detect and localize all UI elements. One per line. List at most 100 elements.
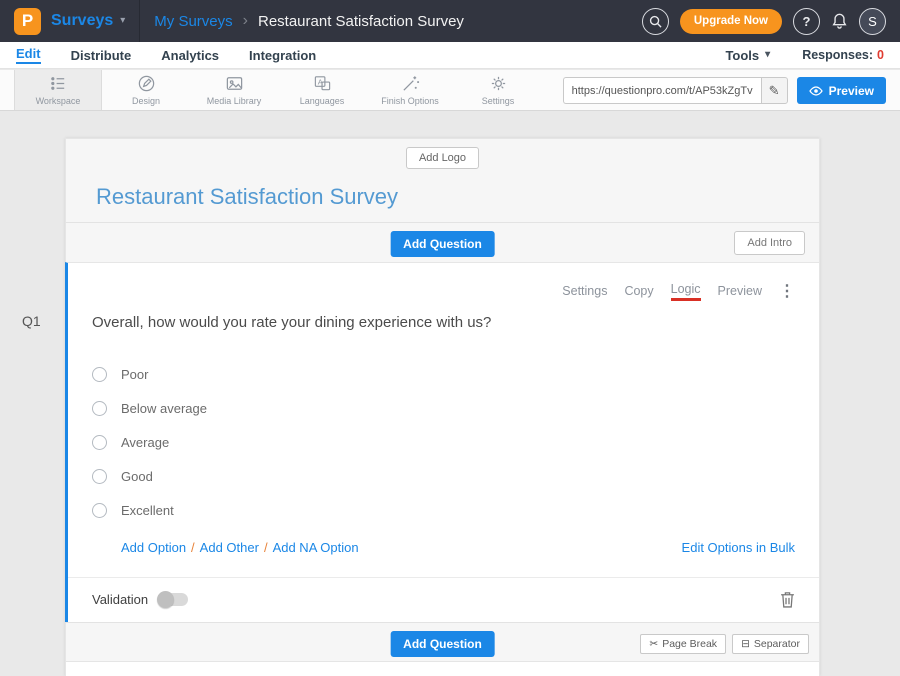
add-option-link[interactable]: Add Option: [121, 540, 186, 555]
option-poor[interactable]: Poor: [92, 367, 795, 382]
add-question-button-bottom[interactable]: Add Question: [390, 631, 495, 657]
survey-header-section: Add Logo Restaurant Satisfaction Survey: [65, 138, 820, 222]
toggle-knob: [157, 591, 174, 608]
toolbar-finish-options[interactable]: Finish Options: [366, 70, 454, 110]
radio-icon[interactable]: [92, 401, 107, 416]
toolbar-settings-label: Settings: [482, 96, 515, 106]
gear-icon: [489, 74, 508, 93]
languages-icon: A: [313, 74, 332, 93]
toolbar-languages-label: Languages: [300, 96, 345, 106]
slash-separator: /: [191, 540, 195, 555]
page-break-button[interactable]: ✂ Page Break: [640, 634, 726, 654]
answer-options: Poor Below average Average Good Excellen…: [92, 367, 795, 518]
tab-analytics[interactable]: Analytics: [161, 48, 219, 63]
toolbar-workspace[interactable]: Workspace: [14, 70, 102, 110]
top-header: P Surveys ▾ My Surveys › Restaurant Sati…: [0, 0, 900, 42]
trash-icon: [780, 591, 795, 608]
toolbar-media-library[interactable]: Media Library: [190, 70, 278, 110]
help-button[interactable]: ?: [793, 8, 820, 35]
option-label: Average: [121, 435, 169, 450]
option-label: Good: [121, 469, 153, 484]
radio-icon[interactable]: [92, 367, 107, 382]
option-below-average[interactable]: Below average: [92, 401, 795, 416]
surveys-product-label: Surveys: [51, 12, 113, 30]
option-excellent[interactable]: Excellent: [92, 503, 795, 518]
radio-icon[interactable]: [92, 469, 107, 484]
breadcrumb-current-survey: Restaurant Satisfaction Survey: [258, 13, 464, 30]
add-question-row-bottom: Add Question ✂ Page Break ⊟ Separator: [65, 622, 820, 662]
add-intro-button[interactable]: Add Intro: [734, 231, 805, 255]
option-label: Excellent: [121, 503, 174, 518]
tools-label: Tools: [725, 48, 759, 63]
validation-row: Validation: [68, 577, 819, 622]
delete-question-button[interactable]: [780, 591, 795, 608]
design-icon: [137, 74, 156, 93]
separator-label: Separator: [754, 638, 800, 650]
tab-integration[interactable]: Integration: [249, 48, 316, 63]
questionpro-logo[interactable]: P: [14, 8, 41, 35]
survey-url-group: ✎ Preview: [563, 77, 886, 104]
footer-buttons: ✂ Page Break ⊟ Separator: [640, 634, 809, 654]
eye-icon: [809, 86, 823, 96]
bell-icon: [831, 12, 848, 30]
search-icon: [649, 15, 662, 28]
radio-icon[interactable]: [92, 435, 107, 450]
preview-label: Preview: [829, 84, 874, 98]
separator-button[interactable]: ⊟ Separator: [732, 634, 809, 654]
questionpro-survey-editor: P Surveys ▾ My Surveys › Restaurant Sati…: [0, 0, 900, 676]
question-preview-link[interactable]: Preview: [718, 284, 762, 298]
page-break-icon: ✂: [649, 638, 658, 650]
responses-counter[interactable]: Responses: 0: [802, 48, 884, 62]
chevron-down-icon: ▾: [120, 16, 125, 26]
tools-menu[interactable]: Tools ▾: [725, 48, 770, 63]
add-other-link[interactable]: Add Other: [200, 540, 259, 555]
responses-count: 0: [877, 48, 884, 62]
add-logo-button[interactable]: Add Logo: [406, 147, 479, 169]
header-actions: Upgrade Now ? S: [642, 8, 886, 35]
add-na-option-link[interactable]: Add NA Option: [273, 540, 359, 555]
option-good[interactable]: Good: [92, 469, 795, 484]
question-logic-link[interactable]: Logic: [671, 282, 701, 301]
question-actions: Settings Copy Logic Preview ⋮: [92, 281, 795, 301]
notifications-button[interactable]: [831, 12, 848, 30]
surveys-product-menu[interactable]: Surveys ▾: [51, 12, 125, 30]
breadcrumb: My Surveys › Restaurant Satisfaction Sur…: [154, 12, 464, 30]
media-library-icon: [225, 74, 244, 93]
option-links-row: Add Option / Add Other / Add NA Option Edit …: [121, 540, 795, 555]
question-settings-link[interactable]: Settings: [562, 284, 607, 298]
toolbar-languages[interactable]: A Languages: [278, 70, 366, 110]
chevron-down-icon: ▾: [765, 50, 770, 60]
question-text[interactable]: Overall, how would you rate your dining …: [92, 314, 795, 331]
section-nav: Edit Distribute Analytics Integration To…: [0, 42, 900, 69]
avatar[interactable]: S: [859, 8, 886, 35]
toolbar-workspace-label: Workspace: [36, 96, 81, 106]
breadcrumb-my-surveys[interactable]: My Surveys: [154, 13, 232, 30]
toolbar-design-label: Design: [132, 96, 160, 106]
next-question-block-edge: [65, 662, 820, 676]
tab-distribute[interactable]: Distribute: [71, 48, 132, 63]
search-button[interactable]: [642, 8, 669, 35]
radio-icon[interactable]: [92, 503, 107, 518]
upgrade-now-button[interactable]: Upgrade Now: [680, 9, 782, 34]
preview-button[interactable]: Preview: [797, 77, 886, 104]
survey-title[interactable]: Restaurant Satisfaction Survey: [96, 184, 819, 210]
option-average[interactable]: Average: [92, 435, 795, 450]
more-options-icon[interactable]: ⋮: [779, 281, 795, 301]
separator-icon: ⊟: [741, 638, 750, 650]
option-label: Poor: [121, 367, 148, 382]
survey-url-input[interactable]: [563, 77, 761, 104]
question-copy-link[interactable]: Copy: [624, 284, 653, 298]
add-option-links: Add Option / Add Other / Add NA Option: [121, 540, 359, 555]
slash-separator: /: [264, 540, 268, 555]
question-number: Q1: [22, 313, 41, 329]
question-block: Q1 Settings Copy Logic Preview ⋮ Overall…: [65, 262, 820, 622]
tab-edit[interactable]: Edit: [16, 46, 41, 64]
toolbar-design[interactable]: Design: [102, 70, 190, 110]
edit-options-in-bulk-link[interactable]: Edit Options in Bulk: [682, 540, 795, 555]
edit-url-button[interactable]: ✎: [761, 77, 788, 104]
validation-toggle[interactable]: [158, 593, 188, 606]
toolbar-finish-options-label: Finish Options: [381, 96, 439, 106]
add-question-button-top[interactable]: Add Question: [390, 231, 495, 257]
toolbar-settings[interactable]: Settings: [454, 70, 542, 110]
responses-label: Responses:: [802, 48, 873, 62]
